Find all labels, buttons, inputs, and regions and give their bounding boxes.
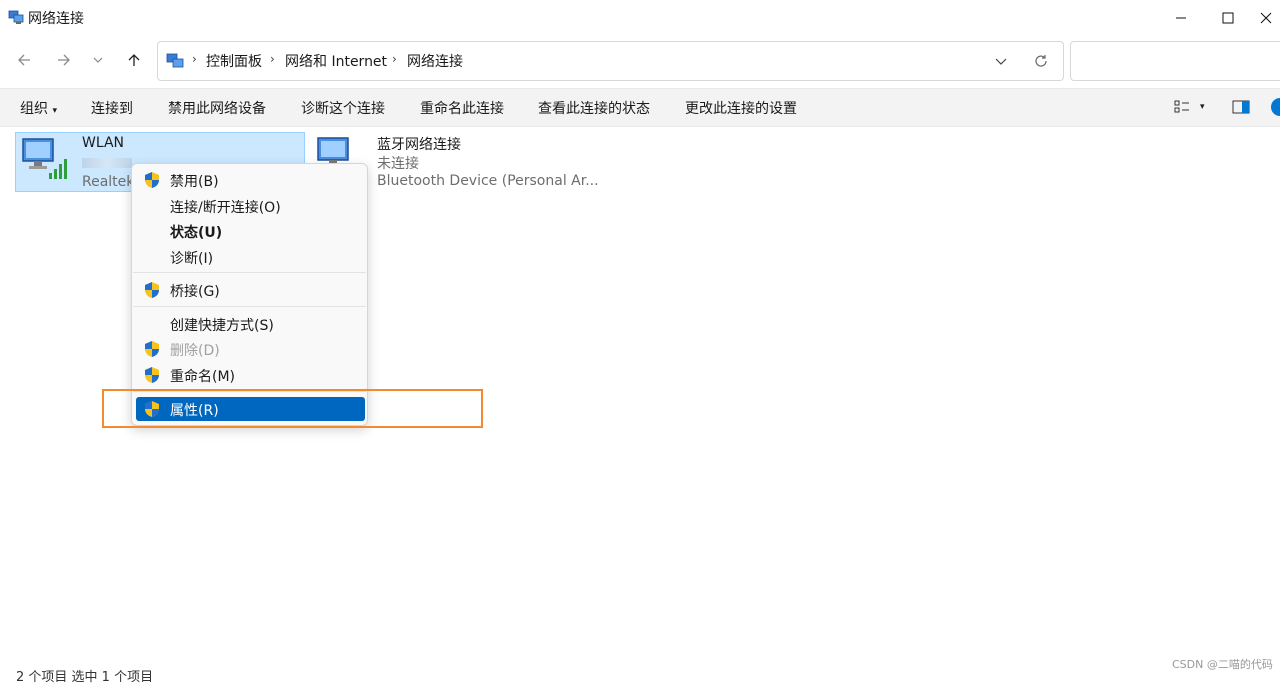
chevron-down-icon — [995, 58, 1007, 65]
preview-pane-button[interactable] — [1230, 97, 1252, 117]
menu-item-label: 桥接(G) — [170, 284, 220, 300]
menu-item-diagnose[interactable]: 诊断(I) — [136, 245, 365, 269]
view-status-button[interactable]: 查看此连接的状态 — [538, 98, 650, 118]
refresh-icon — [1035, 55, 1047, 67]
item-name: 蓝牙网络连接 — [377, 137, 461, 153]
chevron-down-icon: ▾ — [52, 106, 57, 116]
title-bar: 网络连接 — [0, 0, 1280, 36]
maximize-button[interactable] — [1205, 0, 1251, 36]
status-bar-text: 2 个项目 选中 1 个项目 — [16, 670, 154, 685]
arrow-right-icon — [58, 54, 70, 66]
arrow-left-icon — [18, 54, 30, 66]
menu-item-label: 诊断(I) — [170, 251, 214, 267]
breadcrumb-separator: › — [392, 52, 397, 66]
wireless-adapter-icon — [22, 138, 67, 179]
menu-item-rename[interactable]: 重命名(M) — [136, 363, 365, 387]
item-name: WLAN — [82, 135, 125, 151]
blurred-status — [82, 158, 132, 168]
window-title: 网络连接 — [28, 11, 84, 27]
back-button[interactable] — [10, 46, 38, 74]
uac-shield-icon — [145, 367, 159, 383]
connect-to-button[interactable]: 连接到 — [91, 98, 133, 118]
address-dropdown-button[interactable] — [990, 51, 1012, 71]
item-device: Bluetooth Device (Personal Ar... — [377, 173, 599, 189]
uac-shield-icon — [145, 341, 159, 357]
menu-item-label: 禁用(B) — [170, 174, 219, 190]
menu-item-label: 连接/断开连接(O) — [170, 200, 281, 216]
organize-button[interactable]: 组织 ▾ — [20, 98, 57, 118]
chevron-down-icon — [93, 57, 103, 63]
breadcrumb-separator: › — [192, 52, 197, 66]
rename-button[interactable]: 重命名此连接 — [420, 98, 504, 118]
recent-locations-button[interactable] — [86, 46, 110, 74]
menu-item-disable[interactable]: 禁用(B) — [136, 168, 365, 192]
change-view-button[interactable]: ▾ — [1174, 97, 1214, 117]
help-icon[interactable] — [1271, 98, 1280, 116]
command-bar: 组织 ▾ 连接到 禁用此网络设备 诊断这个连接 重命名此连接 查看此连接的状态 … — [0, 88, 1280, 127]
breadcrumb-network-connections[interactable]: 网络连接 — [407, 51, 463, 71]
menu-item-status[interactable]: 状态(U) — [136, 219, 365, 243]
search-input[interactable] — [1070, 41, 1280, 81]
close-button[interactable] — [1252, 0, 1280, 36]
menu-separator — [133, 306, 366, 307]
disable-device-button[interactable]: 禁用此网络设备 — [168, 98, 266, 118]
item-status: 未连接 — [377, 156, 419, 172]
forward-button[interactable] — [50, 46, 78, 74]
breadcrumb-separator: › — [270, 52, 275, 66]
menu-item-label: 状态(U) — [170, 225, 223, 241]
menu-item-connect-disconnect[interactable]: 连接/断开连接(O) — [136, 194, 365, 218]
breadcrumb-network-internet[interactable]: 网络和 Internet — [285, 51, 387, 71]
minimize-button[interactable] — [1158, 0, 1204, 36]
diagnose-button[interactable]: 诊断这个连接 — [301, 98, 385, 118]
maximize-icon — [1222, 12, 1234, 24]
menu-item-bridge[interactable]: 桥接(G) — [136, 278, 365, 302]
uac-shield-icon — [145, 172, 159, 188]
item-device: Realtek — [82, 174, 135, 190]
address-bar[interactable]: › 控制面板 › 网络和 Internet › 网络连接 — [157, 41, 1064, 81]
menu-item-label: 删除(D) — [170, 343, 220, 359]
annotation-highlight-box — [102, 389, 483, 428]
network-connections-icon — [8, 10, 24, 24]
uac-shield-icon — [145, 282, 159, 298]
change-settings-button[interactable]: 更改此连接的设置 — [685, 98, 797, 118]
preview-pane-icon — [1232, 100, 1250, 114]
menu-separator — [133, 272, 366, 273]
up-button[interactable] — [120, 46, 148, 74]
refresh-button[interactable] — [1030, 51, 1052, 71]
arrow-up-icon — [128, 54, 140, 66]
minimize-icon — [1176, 17, 1186, 19]
view-layout-icon — [1174, 100, 1189, 113]
menu-item-delete[interactable]: 删除(D) — [136, 337, 365, 361]
chevron-down-icon: ▾ — [1200, 102, 1205, 112]
organize-label: 组织 — [20, 101, 48, 117]
menu-item-create-shortcut[interactable]: 创建快捷方式(S) — [136, 312, 365, 336]
watermark: CSDN @二喵的代码 — [1172, 658, 1273, 671]
breadcrumb-control-panel[interactable]: 控制面板 — [206, 51, 262, 71]
context-menu: 禁用(B) 连接/断开连接(O) 状态(U) 诊断(I) 桥接(G) 创建快捷方… — [131, 163, 368, 426]
close-icon — [1260, 12, 1272, 24]
network-connections-icon — [166, 53, 184, 68]
menu-item-label: 创建快捷方式(S) — [170, 318, 274, 334]
menu-item-label: 重命名(M) — [170, 369, 236, 385]
